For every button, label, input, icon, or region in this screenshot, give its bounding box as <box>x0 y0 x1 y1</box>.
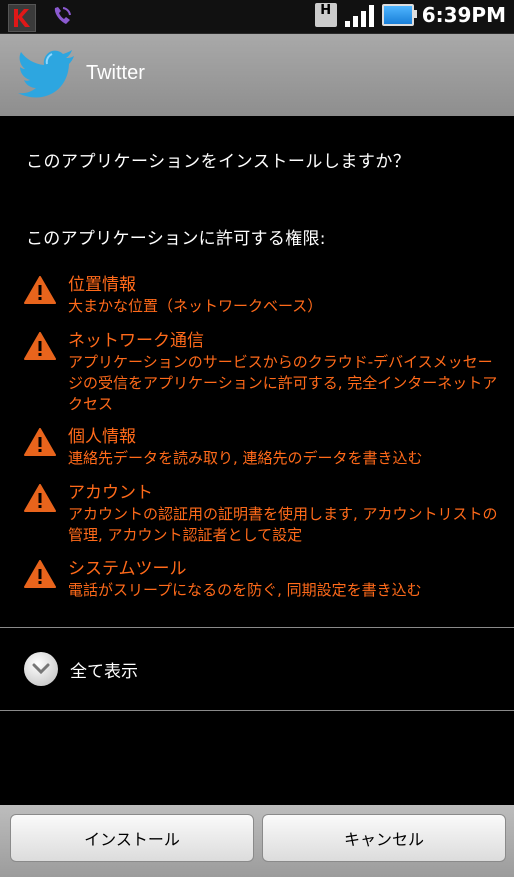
warning-icon <box>24 560 56 588</box>
permission-description: アカウントの認証用の証明書を使用します, アカウントリストの管理, アカウント認… <box>68 505 498 544</box>
notification-icons <box>8 4 74 32</box>
permission-description: アプリケーションのサービスからのクラウド-デバイスメッセージの受信をアプリケーシ… <box>68 353 498 413</box>
permission-title: 位置情報 <box>68 275 136 295</box>
warning-icon <box>24 332 56 360</box>
cancel-button[interactable]: キャンセル <box>262 814 506 862</box>
show-all-label: 全て表示 <box>70 661 138 682</box>
permission-description: 大まかな位置（ネットワークベース） <box>68 297 323 315</box>
warning-icon <box>24 276 56 304</box>
clock: 6:39PM <box>421 3 506 27</box>
install-button[interactable]: インストール <box>10 814 254 862</box>
divider <box>0 710 514 711</box>
install-question: このアプリケーションをインストールしますか？ <box>26 152 411 172</box>
permission-description: 連絡先データを読み取り, 連絡先のデータを書き込む <box>68 449 423 467</box>
kaspersky-icon <box>8 4 36 32</box>
permission-title: ネットワーク通信 <box>68 331 204 351</box>
network-badge-label: H <box>320 3 332 18</box>
permission-description: 電話がスリープになるのを防ぐ, 同期設定を書き込む <box>68 581 422 599</box>
chevron-down-icon <box>24 652 58 686</box>
warning-icon <box>24 428 56 456</box>
status-bar: H 6:39PM <box>0 0 514 34</box>
app-title: Twitter <box>86 62 145 84</box>
twitter-bird-icon <box>18 50 74 98</box>
battery-icon <box>381 4 417 26</box>
permission-title: アカウント <box>68 483 153 503</box>
app-title-bar: Twitter <box>0 34 514 116</box>
viber-icon <box>50 4 74 32</box>
h-network-icon: H <box>314 3 337 27</box>
warning-icon <box>24 484 56 512</box>
show-all-toggle[interactable]: 全て表示 <box>24 652 138 686</box>
divider <box>0 627 514 628</box>
permission-title: システムツール <box>68 559 187 579</box>
permissions-header: このアプリケーションに許可する権限: <box>26 229 326 249</box>
system-icons: H 6:39PM <box>314 3 506 27</box>
permission-title: 個人情報 <box>68 427 136 447</box>
signal-icon <box>344 3 374 27</box>
button-bar: インストール キャンセル <box>0 805 514 877</box>
